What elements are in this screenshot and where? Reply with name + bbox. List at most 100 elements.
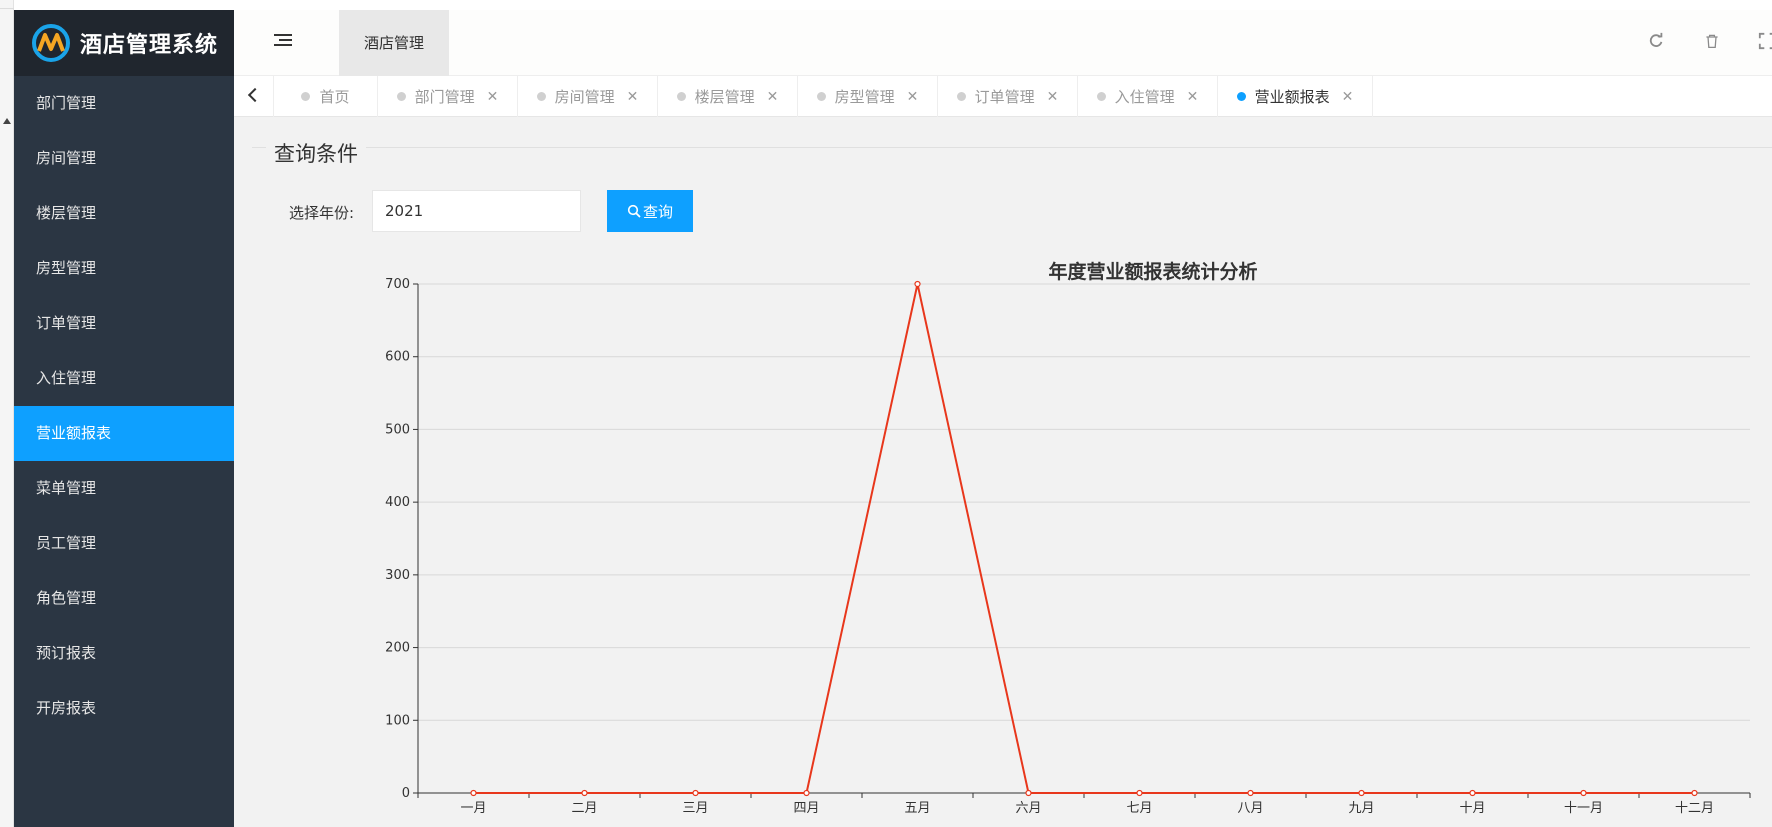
sidebar-item-label: 房型管理 bbox=[36, 259, 97, 277]
x-tick-label: 四月 bbox=[793, 801, 819, 816]
sidebar-item-label: 房间管理 bbox=[36, 149, 97, 167]
x-tick-label: 五月 bbox=[904, 801, 930, 816]
tab-label: 营业额报表 bbox=[1254, 88, 1330, 106]
close-icon[interactable]: ✕ bbox=[907, 89, 919, 105]
data-point bbox=[1247, 789, 1254, 797]
y-tick-label: 100 bbox=[385, 713, 410, 728]
sidebar-item-role[interactable]: 角色管理 bbox=[14, 571, 234, 626]
top-header: 酒店管理 bbox=[234, 10, 1772, 76]
sidebar-item-revenue-report[interactable]: 营业额报表 bbox=[14, 406, 234, 461]
scroll-up-arrow-icon[interactable] bbox=[3, 118, 11, 124]
close-icon[interactable]: ✕ bbox=[487, 89, 499, 105]
sidebar-item-label: 楼层管理 bbox=[36, 204, 97, 222]
tab-scroll-left-icon[interactable] bbox=[234, 76, 274, 117]
data-point bbox=[1025, 789, 1032, 797]
x-tick-label: 一月 bbox=[460, 801, 486, 816]
tab-home[interactable]: 首页 bbox=[274, 76, 378, 117]
data-point bbox=[1580, 789, 1587, 797]
tab-room-type[interactable]: 房型管理 ✕ bbox=[798, 76, 938, 117]
tab-label: 房型管理 bbox=[834, 88, 895, 106]
x-tick-label: 九月 bbox=[1348, 801, 1374, 816]
data-point bbox=[1358, 789, 1365, 797]
fullscreen-icon[interactable] bbox=[1758, 32, 1772, 52]
sidebar-item-department[interactable]: 部门管理 bbox=[14, 76, 234, 131]
sidebar-item-floor[interactable]: 楼层管理 bbox=[14, 186, 234, 241]
page-tab-bar: 首页 部门管理 ✕ 房间管理 ✕ 楼层管理 ✕ 房型管理 ✕ 订单管理 ✕ 入住管理 ✕ 营… bbox=[234, 76, 1772, 117]
tab-label: 首页 bbox=[319, 88, 350, 106]
sidebar-item-room-type[interactable]: 房型管理 bbox=[14, 241, 234, 296]
tab-floor[interactable]: 楼层管理 ✕ bbox=[658, 76, 798, 117]
x-tick-label: 十月 bbox=[1459, 801, 1485, 816]
x-tick-label: 六月 bbox=[1015, 801, 1041, 816]
close-icon[interactable]: ✕ bbox=[1047, 89, 1059, 105]
sidebar-item-label: 员工管理 bbox=[36, 534, 97, 552]
data-point bbox=[470, 789, 477, 797]
tab-label: 房间管理 bbox=[554, 88, 615, 106]
x-tick-label: 七月 bbox=[1126, 801, 1152, 816]
x-tick-label: 十二月 bbox=[1675, 801, 1714, 816]
sidebar-item-order[interactable]: 订单管理 bbox=[14, 296, 234, 351]
tab-department[interactable]: 部门管理 ✕ bbox=[378, 76, 518, 117]
menu-icon[interactable] bbox=[274, 34, 292, 50]
sidebar-item-booking-report[interactable]: 预订报表 bbox=[14, 626, 234, 681]
sidebar-item-label: 角色管理 bbox=[36, 589, 97, 607]
sidebar-item-label: 菜单管理 bbox=[36, 479, 97, 497]
sidebar-item-label: 预订报表 bbox=[36, 644, 97, 662]
close-icon[interactable]: ✕ bbox=[1342, 89, 1354, 105]
sidebar: 酒店管理系统 部门管理 房间管理 楼层管理 房型管理 订单管理 入住管理 营业额… bbox=[14, 10, 234, 827]
tab-label: 入住管理 bbox=[1114, 88, 1175, 106]
window-edge bbox=[0, 0, 14, 827]
app-logo: 酒店管理系统 bbox=[14, 10, 234, 76]
tab-dot-icon bbox=[396, 92, 406, 101]
tab-label: 部门管理 bbox=[414, 88, 475, 106]
sidebar-item-label: 入住管理 bbox=[36, 369, 97, 387]
revenue-line-chart: 0100200300400500600700一月 二月 三月 四月 五月 六月 七月 八月 九月… bbox=[385, 277, 1751, 816]
sidebar-item-menu[interactable]: 菜单管理 bbox=[14, 461, 234, 516]
close-icon[interactable]: ✕ bbox=[627, 89, 639, 105]
tab-order[interactable]: 订单管理 ✕ bbox=[938, 76, 1078, 117]
data-point bbox=[1469, 789, 1476, 797]
tab-dot-icon bbox=[1096, 92, 1106, 101]
y-tick-label: 500 bbox=[385, 422, 410, 437]
sidebar-item-label: 营业额报表 bbox=[36, 424, 112, 442]
x-tick-label: 二月 bbox=[571, 801, 597, 816]
trash-icon[interactable] bbox=[1702, 32, 1722, 52]
tab-room[interactable]: 房间管理 ✕ bbox=[518, 76, 658, 117]
tab-checkin[interactable]: 入住管理 ✕ bbox=[1078, 76, 1218, 117]
sidebar-menu: 部门管理 房间管理 楼层管理 房型管理 订单管理 入住管理 营业额报表 菜单管理… bbox=[14, 76, 234, 736]
y-tick-label: 600 bbox=[385, 350, 410, 365]
y-tick-label: 400 bbox=[385, 495, 410, 510]
tab-revenue-report[interactable]: 营业额报表 ✕ bbox=[1218, 76, 1373, 117]
tab-dot-icon bbox=[301, 92, 311, 101]
sidebar-item-room[interactable]: 房间管理 bbox=[14, 131, 234, 186]
sidebar-item-label: 部门管理 bbox=[36, 94, 97, 112]
top-nav-tab-hotel[interactable]: 酒店管理 bbox=[339, 10, 449, 76]
tab-dot-icon bbox=[536, 92, 546, 101]
refresh-icon[interactable] bbox=[1646, 32, 1666, 52]
sidebar-item-label: 开房报表 bbox=[36, 699, 97, 717]
tab-dot-icon bbox=[816, 92, 826, 101]
edge-line bbox=[0, 8, 14, 9]
app-title: 酒店管理系统 bbox=[80, 33, 219, 58]
data-point bbox=[803, 789, 810, 797]
data-point bbox=[1136, 789, 1143, 797]
y-tick-label: 300 bbox=[385, 568, 410, 583]
y-tick-label: 200 bbox=[385, 641, 410, 656]
tab-dot-icon bbox=[1236, 92, 1246, 101]
data-point bbox=[581, 789, 588, 797]
close-icon[interactable]: ✕ bbox=[767, 89, 779, 105]
data-point bbox=[692, 789, 699, 797]
close-icon[interactable]: ✕ bbox=[1187, 89, 1199, 105]
chart-title: 年度营业额报表统计分析 bbox=[1048, 261, 1258, 283]
sidebar-item-label: 订单管理 bbox=[36, 314, 97, 332]
sidebar-item-checkin[interactable]: 入住管理 bbox=[14, 351, 234, 406]
sidebar-item-employee[interactable]: 员工管理 bbox=[14, 516, 234, 571]
tab-dot-icon bbox=[676, 92, 686, 101]
tab-label: 订单管理 bbox=[974, 88, 1035, 106]
tab-label: 楼层管理 bbox=[694, 88, 755, 106]
logo-icon bbox=[32, 24, 70, 62]
sidebar-item-room-open-report[interactable]: 开房报表 bbox=[14, 681, 234, 736]
series-line bbox=[473, 283, 1695, 794]
x-tick-label: 八月 bbox=[1237, 801, 1263, 816]
tab-dot-icon bbox=[956, 92, 966, 101]
